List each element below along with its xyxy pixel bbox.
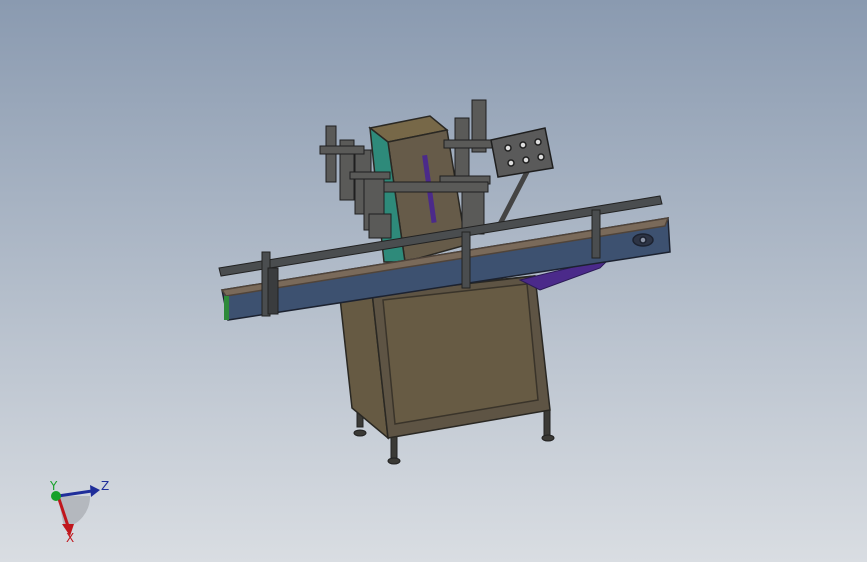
z-axis-arrow [57,489,93,498]
coordinate-triad-icon: Z X Y [49,479,109,545]
y-axis-label: Y [49,479,58,493]
x-axis-label: X [66,531,74,545]
z-axis-head [90,485,100,497]
3d-viewport[interactable]: Z X Y [0,0,867,562]
z-axis-label: Z [101,479,109,493]
